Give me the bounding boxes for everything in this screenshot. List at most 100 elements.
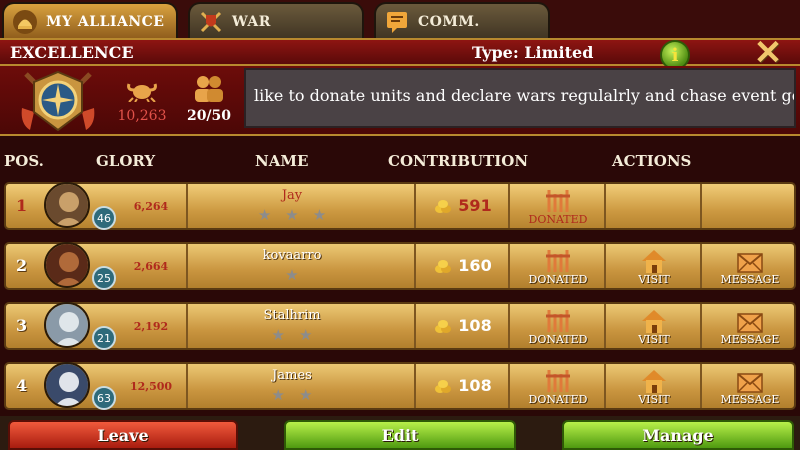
tab-my-alliance[interactable]: MY ALLIANCE (2, 2, 178, 40)
message-action-button[interactable]: MESSAGE (702, 304, 798, 348)
tab-label: MY ALLIANCE (46, 14, 165, 30)
members-icon (195, 76, 223, 102)
glory-crab-icon (127, 83, 157, 103)
member-level-badge: 21 (92, 326, 116, 350)
member-contribution-value: 108 (458, 316, 492, 335)
chat-scroll-icon (384, 9, 410, 35)
war-shield-icon (198, 9, 224, 35)
donated-action-button[interactable]: DONATED (510, 244, 606, 288)
donated-label: DONATED (528, 393, 588, 406)
visit-icon (639, 246, 669, 276)
coin-pile-icon (435, 199, 452, 213)
member-rank-stars: ★ (188, 266, 396, 284)
alliance-info-band: 10,263 20/50 like to donate units and de… (0, 66, 800, 136)
member-row[interactable]: 4 6312,500James★★ 108 DONATED VISIT (4, 362, 796, 410)
alliance-name: EXCELLENCE (10, 43, 134, 62)
donated-label: DONATED (528, 213, 588, 226)
member-glory: 6,264 (133, 200, 169, 213)
column-header-contribution: CONTRIBUTION (388, 152, 529, 170)
member-level-badge: 46 (92, 206, 116, 230)
alliance-helmet-icon (12, 9, 38, 35)
member-contribution: 160 (416, 256, 510, 275)
message-label: MESSAGE (720, 273, 780, 286)
member-avatar[interactable] (44, 242, 90, 288)
message-action-button[interactable]: MESSAGE (702, 364, 798, 408)
visit-icon (639, 306, 669, 336)
rank-star-icon: ★ (271, 326, 285, 344)
rank-star-icon: ★ (257, 206, 272, 224)
message-icon (735, 306, 765, 336)
tab-comm[interactable]: COMM. (374, 2, 550, 40)
column-header-name: NAME (255, 152, 309, 170)
member-contribution: 591 (416, 196, 510, 215)
leave-button[interactable]: Leave (8, 420, 238, 450)
member-glory: 2,664 (133, 260, 169, 273)
alliance-glory-value: 10,263 (117, 108, 167, 124)
cell-divider (700, 184, 702, 228)
coin-pile-icon (435, 379, 452, 393)
donated-icon (543, 186, 573, 216)
member-row[interactable]: 2 25 2,664 kovaarro ★ 160 DONATED VISIT (4, 242, 796, 290)
alliance-type: Type: Limited (472, 43, 594, 62)
member-position: 2 (16, 256, 28, 275)
member-name: James (272, 368, 312, 383)
rank-star-icon: ★ (312, 206, 327, 224)
visit-icon (639, 366, 669, 396)
member-avatar[interactable] (44, 182, 90, 228)
member-glory: 2,192 (133, 320, 169, 333)
rank-star-icon: ★ (285, 206, 299, 224)
column-header-pos: POS. (4, 152, 44, 170)
member-position: 1 (16, 196, 28, 215)
message-action-button[interactable]: MESSAGE (702, 244, 798, 288)
alliance-description: like to donate units and declare wars re… (244, 68, 796, 128)
member-row[interactable]: 3 21 2,192 Stalhrim ★ ★ 108 DONATED VISIT (4, 302, 796, 350)
coin-pile-icon (435, 259, 452, 273)
member-avatar[interactable] (44, 362, 90, 408)
rank-star-icon: ★ (299, 386, 313, 404)
member-level-badge: 25 (92, 266, 116, 290)
visit-label: VISIT (638, 393, 670, 406)
donated-icon (543, 306, 573, 336)
member-level-badge: 63 (92, 386, 116, 410)
member-rank-stars: ★ ★ ★ (188, 206, 396, 224)
member-contribution-value: 160 (458, 256, 492, 275)
member-row[interactable]: 1 46 6,264 Jay ★ ★ ★ 591 DONATED (4, 182, 796, 230)
message-label: MESSAGE (720, 333, 780, 346)
donated-icon (543, 246, 573, 276)
alliance-emblem-icon (18, 68, 98, 134)
donated-action-button[interactable]: DONATED (510, 184, 606, 228)
visit-label: VISIT (638, 333, 670, 346)
visit-action-button[interactable]: VISIT (606, 364, 702, 408)
member-contribution: 108 (416, 316, 510, 335)
tab-bar: MY ALLIANCE WAR COMM. (0, 0, 800, 40)
donated-icon (543, 366, 573, 396)
donated-action-button[interactable]: DONATED (510, 304, 606, 348)
donated-label: DONATED (528, 333, 588, 346)
alliance-header: EXCELLENCE Type: Limited i ✕ (0, 36, 800, 70)
alliance-members: 20/50 (184, 74, 234, 124)
visit-label: VISIT (638, 273, 670, 286)
member-rank-stars: ★ ★ (188, 326, 396, 344)
donated-action-button[interactable]: DONATED (510, 364, 606, 408)
message-icon (735, 246, 765, 276)
column-header-actions: ACTIONS (612, 152, 692, 170)
message-icon (735, 366, 765, 396)
rank-star-icon: ★ (299, 326, 313, 344)
member-name: Stalhrim (263, 308, 321, 323)
member-contribution: 108 (416, 376, 510, 395)
visit-action-button[interactable]: VISIT (606, 244, 702, 288)
member-contribution-value: 108 (458, 376, 492, 395)
edit-button[interactable]: Edit (284, 420, 516, 450)
tab-war[interactable]: WAR (188, 2, 364, 40)
member-name: kovaarro (262, 248, 322, 263)
member-rank-stars: ★ ★ (188, 386, 396, 404)
alliance-glory: 10,263 (112, 78, 172, 124)
member-contribution-value: 591 (458, 196, 492, 215)
rank-star-icon: ★ (271, 386, 285, 404)
message-label: MESSAGE (720, 393, 780, 406)
member-position: 4 (16, 376, 28, 395)
manage-button[interactable]: Manage (562, 420, 794, 450)
column-header-glory: GLORY (96, 152, 156, 170)
visit-action-button[interactable]: VISIT (606, 304, 702, 348)
member-avatar[interactable] (44, 302, 90, 348)
